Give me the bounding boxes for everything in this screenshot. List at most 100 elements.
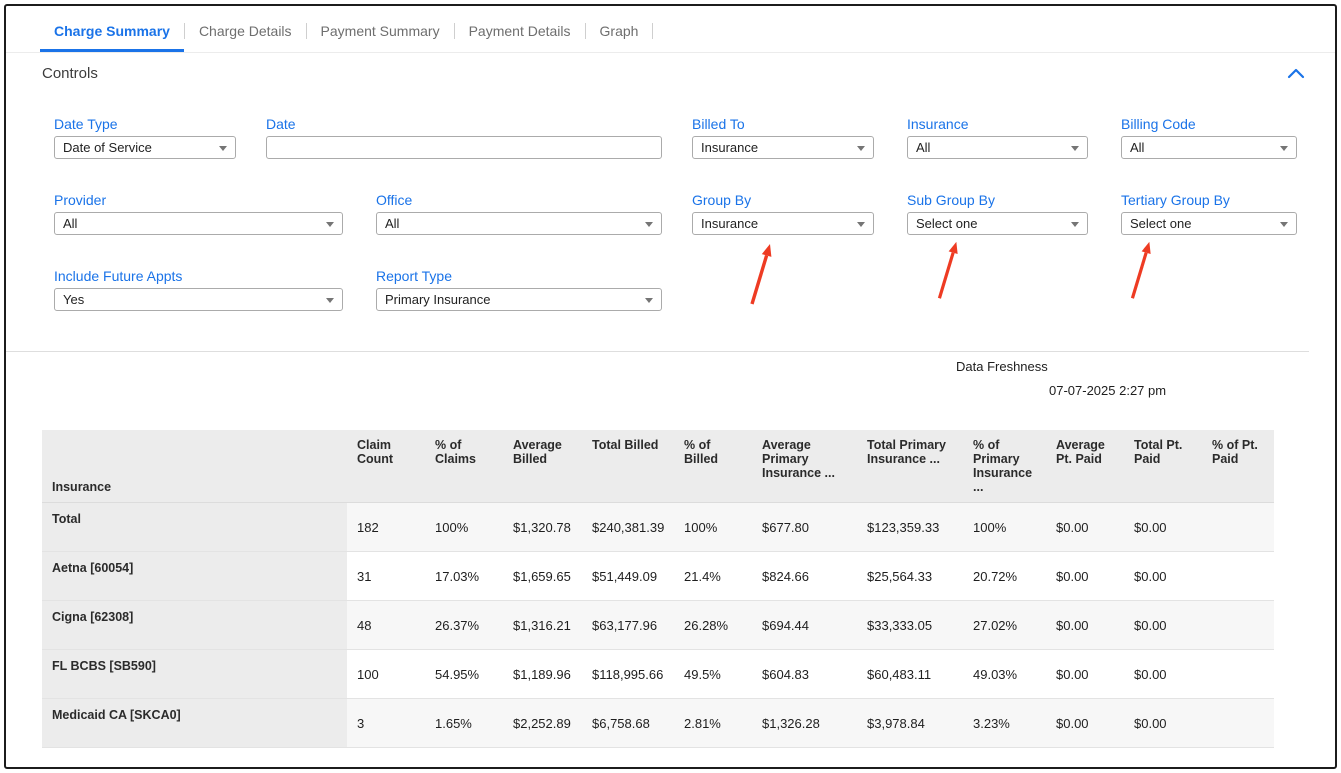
table-cell: 21.4% xyxy=(674,551,752,601)
table-cell: $63,177.96 xyxy=(582,600,674,650)
chevron-down-icon xyxy=(857,146,865,151)
table-cell: $1,659.65 xyxy=(503,551,582,601)
table-cell: $0.00 xyxy=(1046,600,1124,650)
column-header: Average Pt. Paid xyxy=(1046,430,1124,503)
column-header: % of Primary Insurance ... xyxy=(963,430,1046,503)
table-row: Cigna [62308] 48 26.37% $1,316.21 $63,177.96… xyxy=(42,600,1274,650)
date-type-select[interactable]: Date of Service xyxy=(54,136,236,159)
table-cell: $123,359.33 xyxy=(857,502,963,552)
provider-label: Provider xyxy=(54,192,107,208)
date-label: Date xyxy=(266,116,296,132)
column-header: Total Billed xyxy=(582,430,674,503)
table-cell: $1,316.21 xyxy=(503,600,582,650)
tab-payment-summary[interactable]: Payment Summary xyxy=(307,13,454,52)
report-type-select[interactable]: Primary Insurance xyxy=(376,288,662,311)
report-type-value: Primary Insurance xyxy=(385,292,491,307)
date-type-label: Date Type xyxy=(54,116,118,132)
table-cell xyxy=(1202,551,1274,601)
tab-charge-details[interactable]: Charge Details xyxy=(185,13,306,52)
table-cell: $240,381.39 xyxy=(582,502,674,552)
table-cell: $0.00 xyxy=(1046,551,1124,601)
tab-graph[interactable]: Graph xyxy=(586,13,653,52)
tab-separator xyxy=(652,23,654,39)
include-future-appts-value: Yes xyxy=(63,292,85,307)
tab-payment-details[interactable]: Payment Details xyxy=(455,13,585,52)
table-header: Insurance Claim Count% of Claims Average B… xyxy=(42,430,1274,503)
tab-bar: Charge Summary Charge Details Payment Su… xyxy=(6,6,1335,53)
annotation-arrow-group-by-icon xyxy=(750,244,772,305)
office-select[interactable]: All xyxy=(376,212,662,235)
group-by-value: Insurance xyxy=(701,216,759,231)
table-cell: $0.00 xyxy=(1046,502,1124,552)
office-label: Office xyxy=(376,192,413,208)
sub-group-by-value: Select one xyxy=(916,216,978,231)
data-freshness-timestamp: 07-07-2025 2:27 pm xyxy=(1049,383,1167,398)
column-header: Average Primary Insurance ... xyxy=(752,430,857,503)
table-cell: $1,326.28 xyxy=(752,698,857,748)
tertiary-group-by-value: Select one xyxy=(1130,216,1192,231)
column-header: % of Pt. Paid xyxy=(1202,430,1274,503)
column-header: Insurance xyxy=(42,430,347,503)
column-header: Total Pt. Paid xyxy=(1124,430,1202,503)
table-cell: 3 xyxy=(347,698,425,748)
table-cell xyxy=(1202,600,1274,650)
row-label: Total xyxy=(42,502,347,552)
table-cell: 100% xyxy=(674,502,752,552)
table-cell: 1.65% xyxy=(425,698,503,748)
table-body: Total 182 100% $1,320.78 $240,381.39 100% $677… xyxy=(42,502,1274,748)
row-label: Cigna [62308] xyxy=(42,600,347,650)
table-cell: $0.00 xyxy=(1124,649,1202,699)
insurance-select[interactable]: All xyxy=(907,136,1088,159)
data-freshness-label: Data Freshness xyxy=(956,359,1048,374)
chevron-down-icon xyxy=(326,298,334,303)
chevron-up-icon[interactable] xyxy=(1287,66,1305,80)
chevron-down-icon xyxy=(1280,222,1288,227)
table-cell: 182 xyxy=(347,502,425,552)
annotation-arrow-tertiary-group-by-icon xyxy=(1130,241,1151,299)
office-value: All xyxy=(385,216,400,231)
table-cell: $0.00 xyxy=(1124,502,1202,552)
tertiary-group-by-select[interactable]: Select one xyxy=(1121,212,1297,235)
column-header: % of Billed xyxy=(674,430,752,503)
table-cell: 27.02% xyxy=(963,600,1046,650)
insurance-value: All xyxy=(916,140,931,155)
table-row: Medicaid CA [SKCA0] 3 1.65% $2,252.89 $6,758… xyxy=(42,698,1274,748)
sub-group-by-select[interactable]: Select one xyxy=(907,212,1088,235)
table-cell xyxy=(1202,698,1274,748)
row-label: FL BCBS [SB590] xyxy=(42,649,347,699)
table-cell: 100% xyxy=(963,502,1046,552)
controls-section-title: Controls xyxy=(42,65,98,82)
table-cell xyxy=(1202,649,1274,699)
billing-code-select[interactable]: All xyxy=(1121,136,1297,159)
group-by-select[interactable]: Insurance xyxy=(692,212,874,235)
billed-to-select[interactable]: Insurance xyxy=(692,136,874,159)
billing-code-label: Billing Code xyxy=(1121,116,1196,132)
chevron-down-icon xyxy=(219,146,227,151)
table-cell: $6,758.68 xyxy=(582,698,674,748)
table-cell: $677.80 xyxy=(752,502,857,552)
table-cell: $1,189.96 xyxy=(503,649,582,699)
table-cell: $33,333.05 xyxy=(857,600,963,650)
table-cell: $0.00 xyxy=(1124,600,1202,650)
tab-charge-summary[interactable]: Charge Summary xyxy=(40,13,184,52)
table-cell: 31 xyxy=(347,551,425,601)
table-row: FL BCBS [SB590] 100 54.95% $1,189.96 $118,99… xyxy=(42,649,1274,699)
include-future-appts-select[interactable]: Yes xyxy=(54,288,343,311)
group-by-label: Group By xyxy=(692,192,752,208)
provider-select[interactable]: All xyxy=(54,212,343,235)
charge-summary-table-container: Insurance Claim Count% of Claims Average B… xyxy=(42,430,1274,748)
table-cell: $604.83 xyxy=(752,649,857,699)
table-cell: $60,483.11 xyxy=(857,649,963,699)
table-cell: $118,995.66 xyxy=(582,649,674,699)
table-cell: $3,978.84 xyxy=(857,698,963,748)
chevron-down-icon xyxy=(645,298,653,303)
section-divider xyxy=(6,351,1309,352)
table-cell: $824.66 xyxy=(752,551,857,601)
table-cell: 3.23% xyxy=(963,698,1046,748)
table-cell: $51,449.09 xyxy=(582,551,674,601)
provider-value: All xyxy=(63,216,78,231)
table-cell: 100 xyxy=(347,649,425,699)
table-cell: 20.72% xyxy=(963,551,1046,601)
date-input[interactable] xyxy=(266,136,662,159)
billed-to-label: Billed To xyxy=(692,116,745,132)
